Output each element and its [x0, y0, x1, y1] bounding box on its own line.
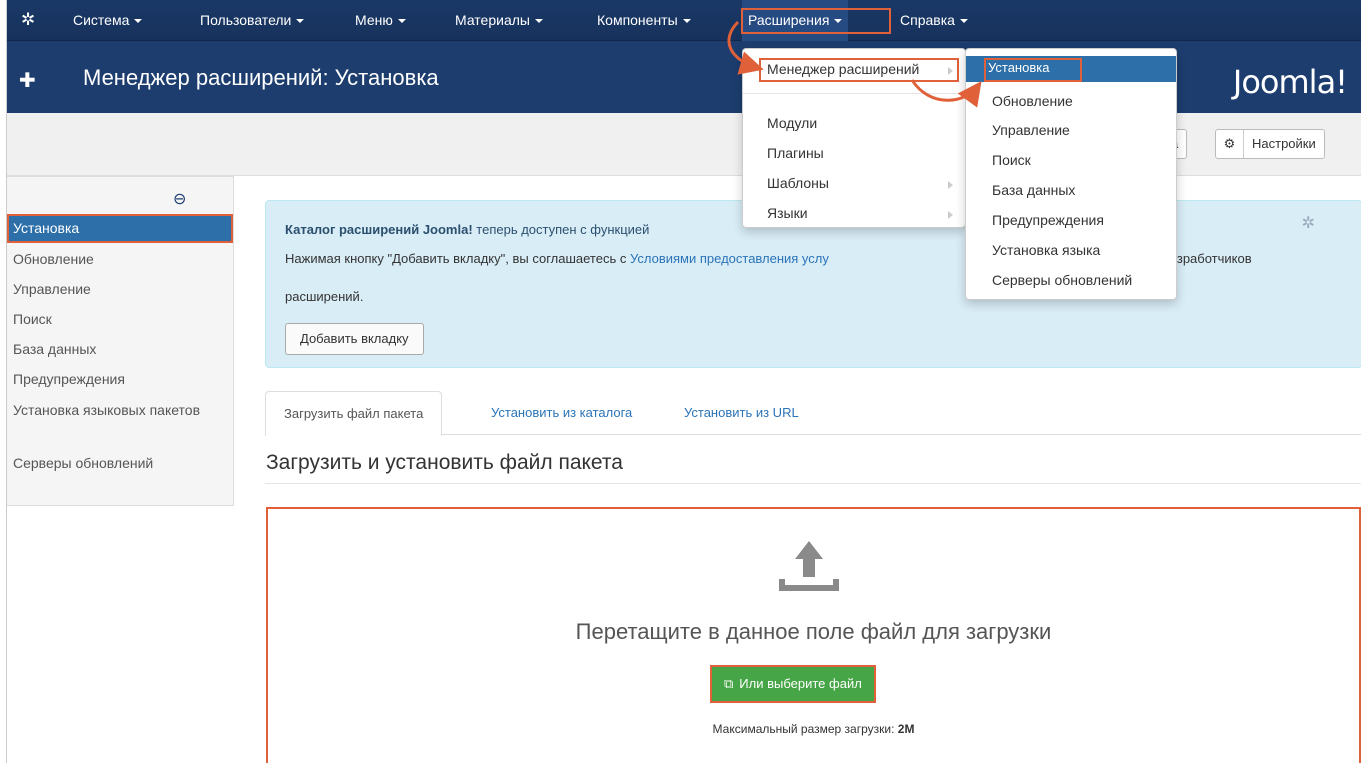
sidebar-item-install[interactable]: Установка [7, 214, 233, 243]
app-frame: ✲ Система Пользователи Меню Материалы Ко… [6, 0, 1361, 763]
puzzle-icon: ✚ [19, 70, 36, 92]
terms-link[interactable]: Условиями предоставления услу [630, 251, 829, 266]
copy-file-icon: ⧉ [724, 676, 734, 691]
page-title: Менеджер расширений: Установка [83, 65, 439, 90]
submenu-item-update[interactable]: Обновление [992, 93, 1073, 109]
section-divider [265, 483, 1361, 484]
alert-line2: Нажимая кнопку "Добавить вкладку", вы со… [285, 251, 829, 266]
alert-line1: Каталог расширений Joomla! теперь доступ… [285, 222, 650, 237]
sidebar: ⊖ Установка Обновление Управление Поиск … [7, 176, 234, 506]
tab-install-from-web[interactable]: Установить из каталога [473, 391, 650, 435]
sidebar-item-manage[interactable]: Управление [13, 280, 91, 299]
sidebar-item-update[interactable]: Обновление [13, 250, 94, 269]
alert-settings-icon[interactable]: ✲ [1302, 213, 1315, 233]
submenu-item-update-sites[interactable]: Серверы обновлений [992, 272, 1132, 288]
nav-components[interactable]: Компоненты [597, 0, 691, 41]
menu-divider [743, 93, 965, 94]
drop-text: Перетащите в данное поле файл для загруз… [575, 619, 1052, 644]
sidebar-item-warnings[interactable]: Предупреждения [13, 370, 125, 389]
add-tab-button[interactable]: Добавить вкладку [285, 323, 424, 355]
tab-upload-package[interactable]: Загрузить файл пакета [265, 391, 443, 436]
submenu-item-database[interactable]: База данных [992, 182, 1075, 198]
alert-line3: расширений. [285, 289, 364, 304]
sidebar-item-discover[interactable]: Поиск [13, 310, 52, 329]
manager-submenu: Установка Обновление Управление Поиск Ба… [965, 48, 1177, 300]
install-tabs: Загрузить файл пакета Установить из ката… [265, 391, 1361, 436]
section-title: Загрузить и установить файл пакета [266, 451, 623, 474]
joomla-logo: Joomla! [1232, 63, 1348, 101]
sidebar-item-update-sites[interactable]: Серверы обновлений [13, 454, 153, 473]
menu-plugins[interactable]: Плагины [767, 145, 824, 161]
nav-users[interactable]: Пользователи [200, 0, 305, 41]
extensions-dropdown: Менеджер расширений Модули Плагины Шабло… [742, 48, 966, 228]
joomla-icon[interactable]: ✲ [21, 11, 41, 29]
nav-help[interactable]: Справка [900, 0, 968, 41]
nav-menus[interactable]: Меню [355, 0, 406, 41]
submenu-item-discover[interactable]: Поиск [992, 152, 1031, 168]
tab-install-from-url[interactable]: Установить из URL [666, 391, 817, 435]
submenu-highlight [984, 58, 1082, 82]
menu-modules[interactable]: Модули [767, 115, 817, 131]
gear-icon: ⚙ [1216, 130, 1244, 158]
submenu-arrow-icon [948, 211, 953, 219]
menu-highlight [759, 58, 959, 82]
nav-extensions-highlight [741, 8, 891, 34]
nav-content[interactable]: Материалы [455, 0, 543, 41]
submenu-arrow-icon [948, 181, 953, 189]
nav-system[interactable]: Система [73, 0, 143, 41]
choose-file-button[interactable]: ⧉ Или выберите файл [710, 665, 876, 703]
options-button[interactable]: ⚙ Настройки [1215, 129, 1325, 159]
upload-icon [779, 541, 839, 591]
collapse-sidebar-icon[interactable]: ⊖ [173, 189, 186, 209]
upload-dropzone[interactable]: Перетащите в данное поле файл для загруз… [266, 507, 1361, 763]
sidebar-item-languages[interactable]: Установка языковых пакетов [13, 401, 203, 420]
submenu-item-language[interactable]: Установка языка [992, 242, 1100, 258]
menu-languages[interactable]: Языки [767, 205, 808, 221]
submenu-item-manage[interactable]: Управление [992, 122, 1070, 138]
sidebar-item-database[interactable]: База данных [13, 340, 96, 359]
max-upload-size: Максимальный размер загрузки: 2M [712, 722, 915, 736]
submenu-item-warnings[interactable]: Предупреждения [992, 212, 1104, 228]
menu-templates[interactable]: Шаблоны [767, 175, 829, 191]
top-navbar: ✲ Система Пользователи Меню Материалы Ко… [7, 0, 1361, 41]
